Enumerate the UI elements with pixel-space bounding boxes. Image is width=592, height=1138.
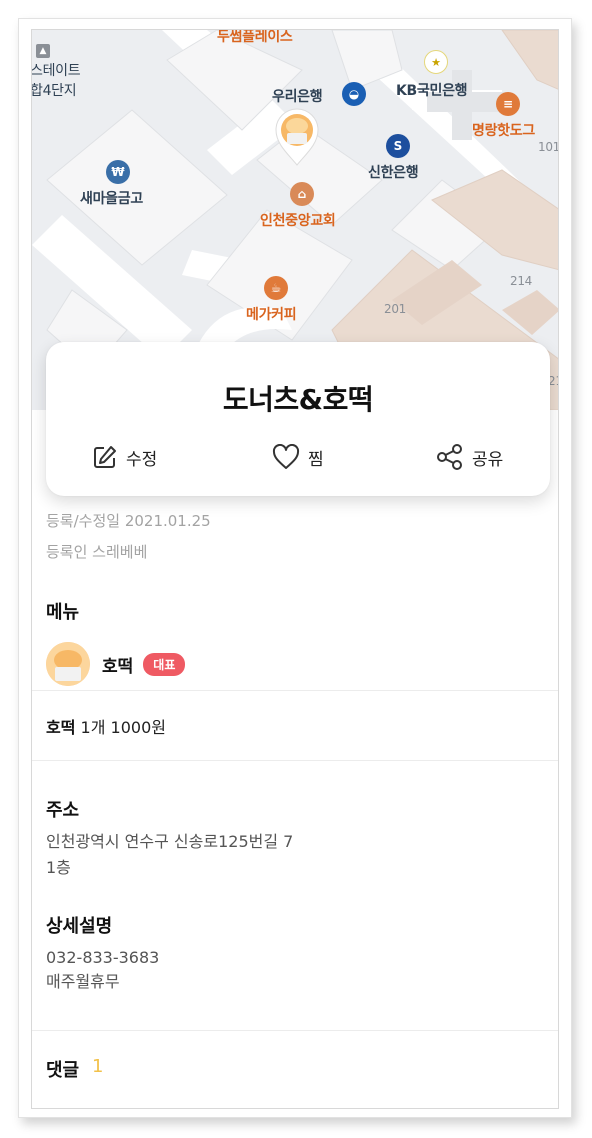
church-icon: ⌂ [290,182,314,206]
kb-bank-icon: ★ [424,50,448,74]
price-item-name: 호떡 [46,718,76,737]
poi-saemaeul[interactable]: 새마을금고 [80,188,143,208]
divider [32,1030,558,1031]
like-label: 찜 [308,449,324,470]
store-detail-screen: 두썸플레이스 ▲ 스테이트 합4단지 우리은행 ◒ ★ KB국민은행 ≡ 명랑핫… [31,29,559,1109]
divider [32,760,558,761]
poi-state[interactable]: 스테이트 [32,60,81,80]
menu-price: 호떡 1개 1000원 [46,714,166,738]
edit-button[interactable]: 수정 [92,444,157,470]
poi-woori-bank[interactable]: 우리은행 [272,86,323,106]
share-label: 공유 [472,449,504,470]
poi-dusomplace[interactable]: 두썸플레이스 [217,30,293,46]
like-button[interactable]: 찜 [272,444,324,470]
registrant: 등록인 스레베베 [46,543,148,561]
comments-title: 댓글 [46,1060,80,1081]
shinhan-bank-icon: S [386,134,410,158]
share-button[interactable]: 공유 [436,444,503,470]
updated-date: 등록/수정일 2021.01.25 [46,512,211,530]
divider [32,690,558,691]
description-title: 상세설명 [46,916,113,937]
comments-count: 1 [92,1056,104,1077]
heart-icon [272,444,300,469]
description-phone: 032-833-3683 [46,948,160,967]
menu-item[interactable]: 호떡 대표 [46,642,186,686]
menu-thumbnail [46,642,90,686]
menu-title: 메뉴 [46,602,80,623]
share-icon [437,444,462,470]
building-icon: ▲ [36,44,50,58]
address-line1: 인천광역시 연수구 신송로125번길 7 [46,832,294,851]
edit-icon [94,446,116,468]
building-number: 214 [510,274,533,288]
app-frame: 두썸플레이스 ▲ 스테이트 합4단지 우리은행 ◒ ★ KB국민은행 ≡ 명랑핫… [18,18,572,1118]
poi-megacoffee[interactable]: 메가커피 [246,304,297,324]
location-marker-icon[interactable] [274,108,320,166]
poi-kb-bank[interactable]: KB국민은행 [396,80,468,100]
menu-item-name: 호떡 [102,656,134,677]
address-title: 주소 [46,800,80,821]
woori-bank-icon: ◒ [342,82,366,106]
poi-church[interactable]: 인천중앙교회 [260,210,336,230]
store-name: 도너츠&호떡 [222,383,374,416]
description-closed: 매주월휴무 [46,972,120,991]
coffee-icon: ☕ [264,276,288,300]
building-number: 101 [538,140,559,154]
signature-badge: 대표 [143,652,186,676]
hotdog-icon: ≡ [496,92,520,116]
saemaeul-icon: ₩ [106,160,130,184]
building-number: 201 [384,302,407,316]
poi-complex4[interactable]: 합4단지 [32,80,77,100]
poi-myungrang-hotdog[interactable]: 명랑핫도그 [472,120,535,140]
address-line2: 1층 [46,858,71,877]
store-card: 도너츠&호떡 수정 찜 공유 [46,342,550,496]
price-detail: 1개 1000원 [80,718,166,737]
poi-shinhan-bank[interactable]: 신한은행 [368,162,419,182]
edit-label: 수정 [126,449,158,470]
